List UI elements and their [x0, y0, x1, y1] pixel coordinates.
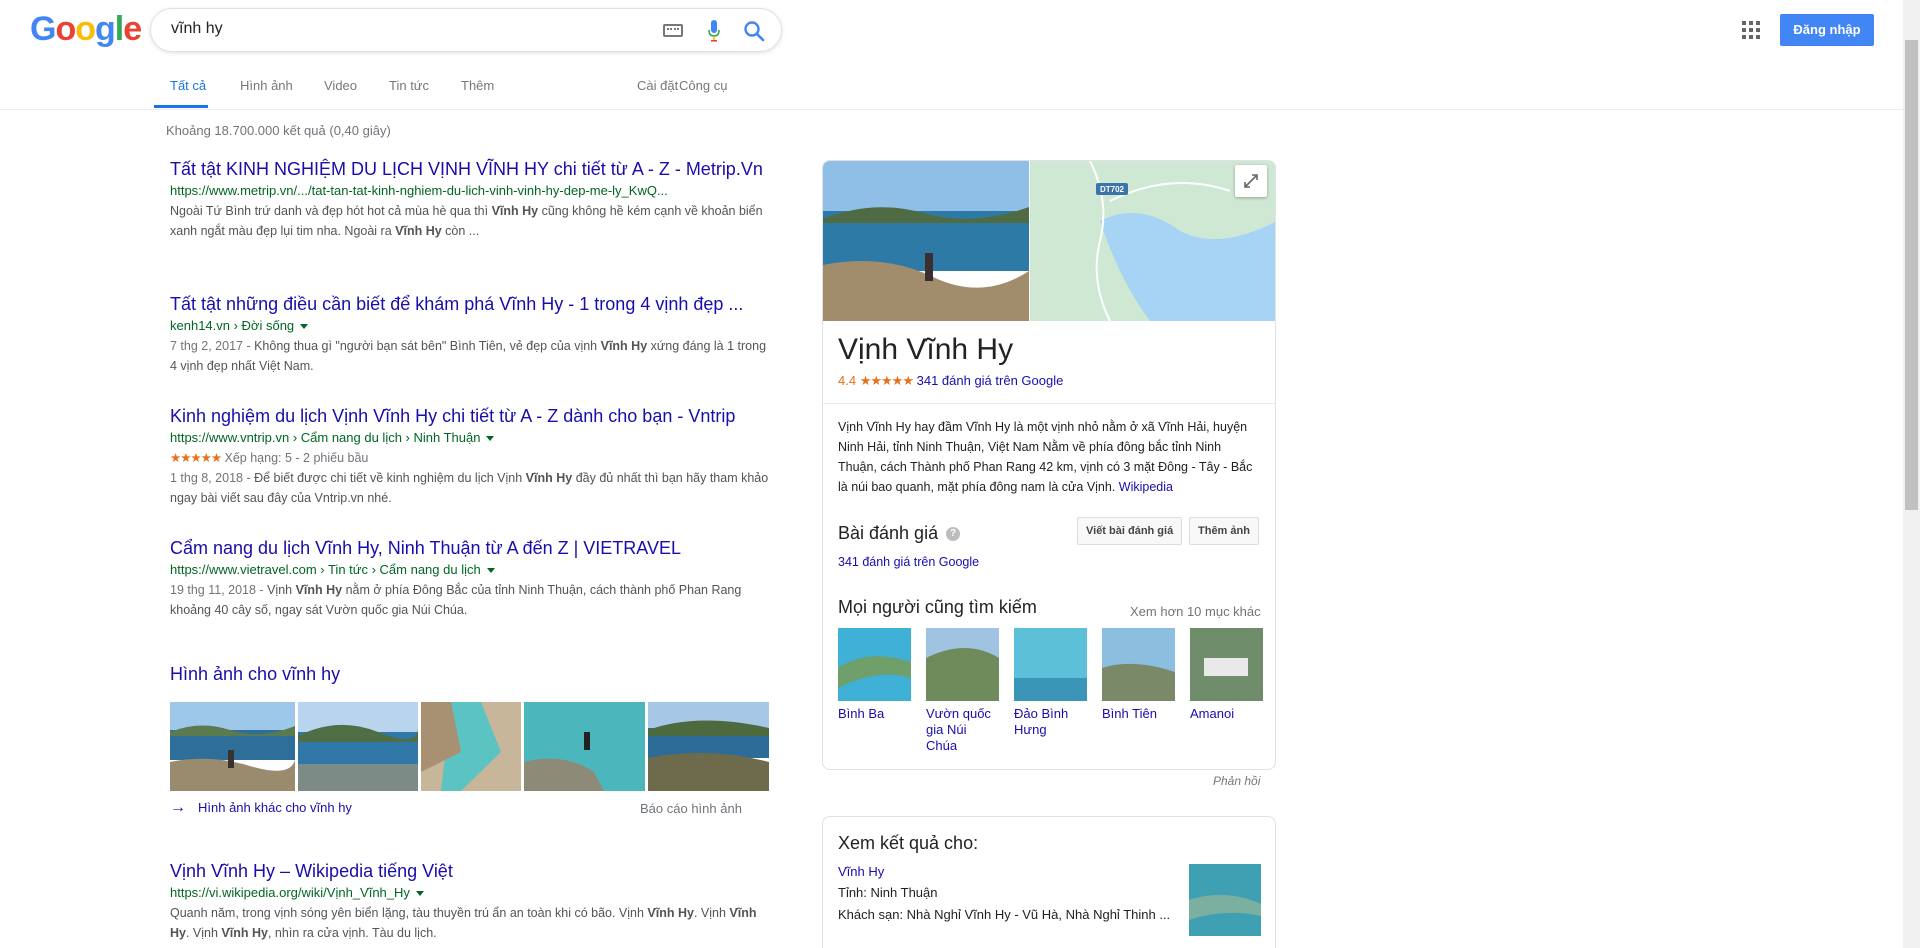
- arrow-right-icon: →: [170, 799, 186, 816]
- result-snippet: 19 thg 11, 2018 - Vịnh Vĩnh Hy nằm ở phí…: [170, 583, 742, 617]
- apps-grid-icon[interactable]: [1742, 21, 1760, 39]
- search-result: Cẩm nang du lịch Vĩnh Hy, Ninh Thuận từ …: [170, 537, 770, 620]
- add-photo-button[interactable]: Thêm ảnh: [1189, 517, 1259, 545]
- expand-map-button[interactable]: [1235, 165, 1267, 197]
- expand-icon: [1244, 174, 1258, 188]
- place-title: Vịnh Vĩnh Hy: [838, 333, 1014, 366]
- tab-images[interactable]: Hình ảnh: [240, 78, 293, 93]
- result-rating: ★★★★★ Xếp hạng: 5 - 2 phiếu bầu: [170, 451, 369, 465]
- search-result: Kinh nghiệm du lịch Vịnh Vĩnh Hy chi tiế…: [170, 405, 770, 508]
- more-images-link[interactable]: → Hình ảnh khác cho vĩnh hy: [170, 799, 352, 817]
- result-title-link[interactable]: Kinh nghiệm du lịch Vịnh Vĩnh Hy chi tiế…: [170, 405, 770, 427]
- rating-stars: ★★★★★: [859, 373, 914, 388]
- google-logo[interactable]: Google: [30, 10, 142, 49]
- write-review-button[interactable]: Viết bài đánh giá: [1077, 517, 1183, 545]
- see-results-for-panel: Xem kết quả cho: Vĩnh Hy Tỉnh: Ninh Thuậ…: [822, 816, 1276, 948]
- entity-thumbnail[interactable]: [1189, 864, 1261, 936]
- help-icon[interactable]: ?: [946, 527, 961, 542]
- image-thumbnail[interactable]: [298, 702, 418, 791]
- search-icon[interactable]: [743, 20, 765, 42]
- result-url: kenh14.vn › Đời sống: [170, 316, 770, 336]
- keyboard-icon[interactable]: [663, 24, 683, 37]
- road-label: DT702: [1100, 185, 1125, 194]
- people-also-search-heading: Mọi người cũng tìm kiếm: [838, 597, 1037, 617]
- search-input[interactable]: vĩnh hy: [171, 20, 223, 38]
- search-box[interactable]: vĩnh hy: [150, 8, 782, 52]
- entity-link[interactable]: Vĩnh Hy: [838, 864, 884, 879]
- tab-news[interactable]: Tin tức: [389, 78, 429, 93]
- related-entity[interactable]: Vườn quốc gia Núi Chúa: [926, 628, 1000, 754]
- tab-all[interactable]: Tất cả: [170, 78, 206, 93]
- place-rating: 4.4 ★★★★★ 341 đánh giá trên Google: [838, 373, 1064, 388]
- reviews-heading: Bài đánh giá?: [838, 523, 961, 544]
- result-snippet: 7 thg 2, 2017 - Không thua gì "người bạn…: [170, 339, 767, 373]
- result-url: https://vi.wikipedia.org/wiki/Vịnh_Vĩnh_…: [170, 883, 770, 903]
- search-result: Tất tật KINH NGHIỆM DU LỊCH VỊNH VĨNH HY…: [170, 158, 770, 241]
- image-thumbnail[interactable]: [421, 702, 521, 791]
- reviews-count-link[interactable]: 341 đánh giá trên Google: [917, 373, 1064, 388]
- caret-down-icon[interactable]: [300, 324, 309, 330]
- reviews-link[interactable]: 341 đánh giá trên Google: [838, 555, 979, 569]
- result-snippet: Quanh năm, trong vịnh sóng yên biển lặng…: [170, 906, 757, 940]
- top-header: Google vĩnh hy Đăng nhập Tất cả Hình ảnh…: [0, 0, 1920, 110]
- report-images-link[interactable]: Báo cáo hình ảnh: [640, 801, 742, 816]
- place-description: Vịnh Vĩnh Hy hay đầm Vĩnh Hy là một vịnh…: [838, 420, 1253, 494]
- result-title-link[interactable]: Cẩm nang du lịch Vĩnh Hy, Ninh Thuận từ …: [170, 537, 770, 559]
- page-scrollbar[interactable]: [1903, 0, 1920, 948]
- result-title-link[interactable]: Vịnh Vĩnh Hy – Wikipedia tiếng Việt: [170, 860, 770, 882]
- result-url: https://www.vietravel.com › Tin tức › Cẩ…: [170, 560, 770, 580]
- result-title-link[interactable]: Tất tật những điều cần biết để khám phá …: [170, 293, 770, 315]
- search-result: Vịnh Vĩnh Hy – Wikipedia tiếng Việt http…: [170, 860, 770, 943]
- related-entity[interactable]: Amanoi: [1190, 628, 1264, 722]
- place-photo[interactable]: [823, 161, 1029, 321]
- related-entity[interactable]: Bình Ba: [838, 628, 912, 722]
- result-title-link[interactable]: Tất tật KINH NGHIỆM DU LỊCH VỊNH VĨNH HY…: [170, 158, 770, 180]
- related-entity[interactable]: Đảo Bình Hưng: [1014, 628, 1088, 738]
- tab-more[interactable]: Thêm: [461, 78, 494, 93]
- view-more-link[interactable]: Xem hơn 10 mục khác: [1130, 604, 1261, 619]
- feedback-link[interactable]: Phản hồi: [1213, 774, 1260, 788]
- sign-in-button[interactable]: Đăng nhập: [1780, 14, 1874, 46]
- caret-down-icon[interactable]: [486, 568, 495, 574]
- hotels-row: Khách sạn: Nhà Nghỉ Vĩnh Hy - Vũ Hà, Nhà…: [838, 907, 1171, 922]
- result-snippet: Ngoài Tứ Bình trứ danh và đẹp hót hot cả…: [170, 204, 763, 238]
- tab-settings[interactable]: Cài đặt: [637, 78, 678, 93]
- result-snippet: 1 thg 8, 2018 - Để biết được chi tiết về…: [170, 471, 769, 505]
- image-thumbnail[interactable]: [648, 702, 769, 791]
- result-url: https://www.vntrip.vn › Cẩm nang du lịch…: [170, 428, 770, 448]
- result-stats: Khoảng 18.700.000 kết quả (0,40 giây): [166, 123, 391, 138]
- result-url: https://www.metrip.vn/.../tat-tan-tat-ki…: [170, 183, 668, 198]
- province-row: Tỉnh: Ninh Thuận: [838, 885, 938, 900]
- tab-tools[interactable]: Công cụ: [679, 78, 727, 93]
- active-tab-indicator: [154, 105, 208, 108]
- wikipedia-link[interactable]: Wikipedia: [1119, 480, 1173, 494]
- rating-stars: ★★★★★: [170, 451, 222, 465]
- images-section-title[interactable]: Hình ảnh cho vĩnh hy: [170, 664, 340, 685]
- related-entity[interactable]: Bình Tiên: [1102, 628, 1176, 722]
- scrollbar-thumb[interactable]: [1905, 40, 1918, 510]
- image-thumbnail[interactable]: [170, 702, 295, 791]
- microphone-icon[interactable]: [708, 20, 720, 42]
- caret-down-icon[interactable]: [486, 436, 495, 442]
- caret-down-icon[interactable]: [415, 891, 424, 897]
- image-thumbnail[interactable]: [524, 702, 645, 791]
- see-results-heading: Xem kết quả cho:: [838, 833, 979, 853]
- tab-videos[interactable]: Video: [324, 78, 357, 93]
- search-result: Tất tật những điều cần biết để khám phá …: [170, 293, 770, 376]
- knowledge-panel: DT702 Vịnh Vĩnh Hy 4.4 ★★★★★ 341 đánh gi…: [822, 160, 1276, 770]
- divider: [823, 403, 1275, 404]
